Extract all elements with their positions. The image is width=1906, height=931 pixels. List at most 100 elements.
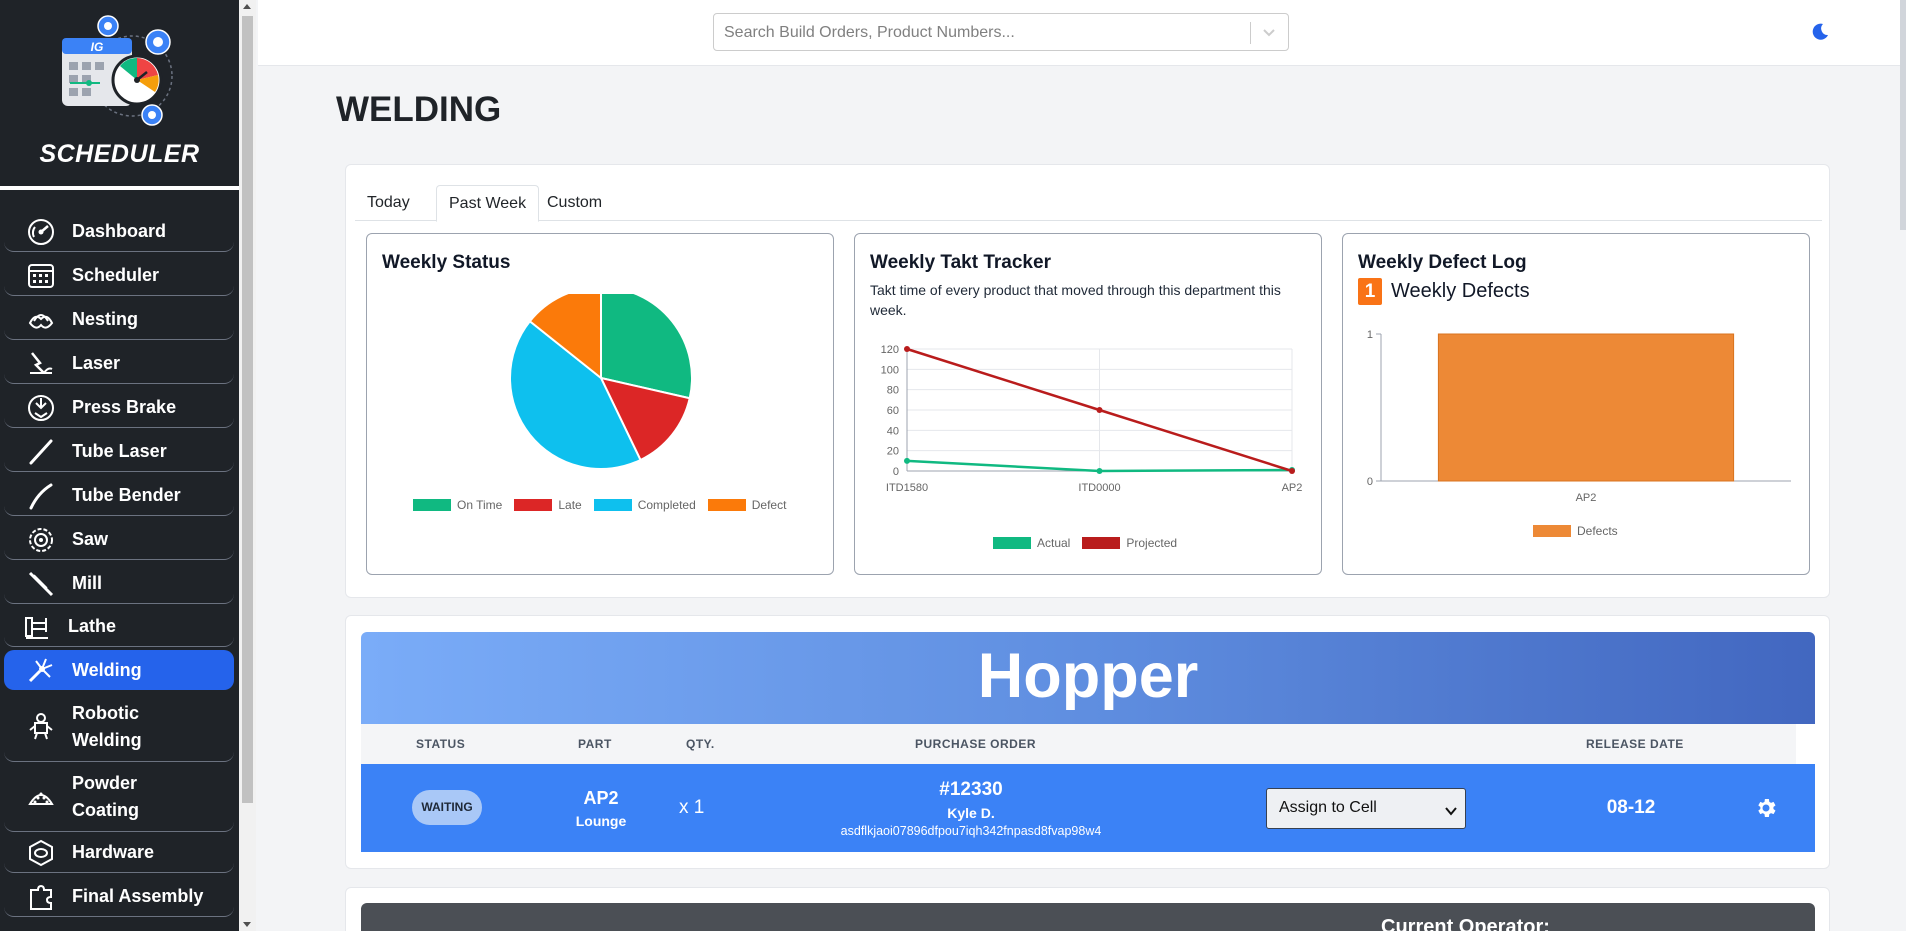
data-point-projected[interactable]: [1289, 468, 1295, 474]
sidebar-item-powder-coating[interactable]: Powder Coating: [4, 762, 234, 832]
purchase-order-customer: Kyle D.: [947, 805, 995, 821]
puzzle-icon: [24, 882, 58, 912]
sidebar-item-label: Saw: [72, 529, 109, 549]
sidebar-item-tube-laser[interactable]: Tube Laser: [4, 432, 234, 472]
hopper-title: Hopper: [977, 641, 1199, 711]
data-point-projected[interactable]: [1096, 407, 1103, 413]
panel-title: Weekly Defect Log: [1358, 252, 1527, 273]
defect-count-badge: 1: [1358, 278, 1382, 305]
legend-label: Defect: [751, 498, 787, 512]
legend-item-status-2[interactable]: Completed: [593, 498, 696, 512]
takt-legend: Actual Projected: [993, 536, 1189, 550]
tab-past-week[interactable]: Past Week: [436, 185, 540, 222]
page-scrollbar-thumb[interactable]: [1900, 0, 1906, 230]
hopper-table-header: STATUS PART QTY. PURCHASE ORDER RELEASE …: [361, 724, 1815, 764]
assign-to-cell-select[interactable]: Assign to Cell: [1266, 788, 1466, 829]
legend-swatch: [413, 499, 451, 511]
sidebar-item-dashboard[interactable]: Dashboard: [4, 212, 234, 252]
sidebar-item-laser[interactable]: Laser: [4, 344, 234, 384]
column-part: PART: [578, 737, 612, 751]
search-input[interactable]: Search Build Orders, Product Numbers...: [713, 13, 1289, 51]
legend-swatch: [1082, 537, 1121, 549]
legend-label: Late: [558, 498, 582, 512]
sidebar-item-hardware[interactable]: Hardware: [4, 833, 234, 873]
logo-text: SCHEDULER: [39, 140, 200, 168]
legend-item-defect-0[interactable]: Defects: [1533, 524, 1618, 538]
y-tick-label: 1: [1367, 329, 1373, 341]
release-date: 08-12: [1606, 797, 1656, 818]
defect-bar-chart: 0 1 AP2: [1367, 329, 1791, 504]
part-name: AP2: [583, 788, 619, 808]
scrollbar-thumb[interactable]: [242, 16, 253, 803]
sidebar-scrollbar[interactable]: [239, 0, 256, 931]
assign-select-value: Assign to Cell: [1279, 799, 1377, 816]
takt-line-chart: 0 20 40 60 80 100 120 ITD1580 ITD0000 AP2: [881, 344, 1303, 494]
sidebar-item-welding[interactable]: Welding: [4, 650, 234, 690]
weekly-status-panel: Weekly Status On Time Late Completed Defect: [366, 233, 834, 575]
nesting-icon: [24, 305, 58, 335]
legend-item-status-1[interactable]: Late: [514, 498, 582, 512]
sidebar-item-final-assembly[interactable]: Final Assembly: [4, 877, 234, 917]
sidebar-item-saw[interactable]: Saw: [4, 520, 234, 560]
logo[interactable]: IG SCHEDULER: [0, 0, 239, 190]
sidebar-item-press-brake[interactable]: Press Brake: [4, 388, 234, 428]
table-row[interactable]: WAITING AP2 Lounge x 1 #12330 Kyle D. as…: [361, 764, 1815, 852]
tab-custom[interactable]: Custom: [535, 185, 614, 222]
sidebar-item-nesting[interactable]: Nesting: [4, 300, 234, 340]
sidebar-item-label: Mill: [72, 573, 102, 593]
legend-item-status-3[interactable]: Defect: [707, 498, 787, 512]
top-header: Search Build Orders, Product Numbers...: [258, 0, 1906, 66]
hardware-icon: [24, 838, 58, 868]
scroll-up-icon[interactable]: [243, 4, 251, 9]
purchase-order-code: asdflkjaoi07896dfpou7iqh342fnpasd8fvap98…: [840, 824, 1102, 838]
bar-ap2[interactable]: [1437, 333, 1735, 482]
tube-laser-icon: [24, 437, 58, 467]
press-brake-icon: [24, 393, 58, 423]
sidebar-item-label: Lathe: [68, 616, 117, 636]
defect-count: 1 Weekly Defects: [1358, 278, 1530, 305]
legend-swatch: [514, 499, 553, 511]
data-point-actual[interactable]: [1096, 468, 1103, 474]
column-qty: QTY.: [686, 737, 715, 751]
chevron-down-icon[interactable]: [1262, 25, 1276, 44]
legend-item-status-0[interactable]: On Time: [413, 498, 502, 512]
legend-item-takt-1[interactable]: Projected: [1082, 536, 1177, 550]
stats-card: Today Past Week Custom Weekly Status On …: [345, 164, 1830, 598]
y-tick-label: 0: [893, 466, 899, 478]
data-point-actual[interactable]: [904, 457, 910, 464]
legend-label: Defects: [1577, 524, 1618, 538]
part-subtitle: Lounge: [575, 813, 627, 829]
operator-card: Current Operator:: [345, 887, 1830, 931]
status-pie-chart: [509, 294, 693, 470]
saw-blade-icon: [24, 525, 58, 555]
sidebar-item-label: Welding: [72, 659, 142, 680]
sidebar-item-lathe[interactable]: Lathe: [4, 607, 234, 647]
data-point-projected[interactable]: [904, 346, 910, 352]
sidebar-item-mill[interactable]: Mill: [4, 564, 234, 604]
tab-today[interactable]: Today: [355, 185, 422, 222]
quantity: x 1: [679, 797, 705, 818]
y-tick-label: 120: [881, 344, 899, 356]
robot-icon: [24, 712, 58, 742]
page-title: WELDING: [336, 90, 502, 129]
current-operator-label: Current Operator:: [1381, 916, 1550, 931]
gear-icon[interactable]: [1754, 796, 1778, 825]
page-scrollbar[interactable]: [1900, 0, 1906, 931]
x-tick-label: AP2: [1576, 492, 1597, 504]
moon-icon[interactable]: [1810, 22, 1830, 47]
legend-swatch: [593, 499, 632, 511]
column-release-date: RELEASE DATE: [1586, 737, 1684, 751]
sidebar-item-label: Tube Laser: [72, 441, 167, 461]
sidebar-item-label: Hardware: [72, 842, 155, 862]
status-badge: WAITING: [412, 790, 482, 825]
legend-item-takt-0[interactable]: Actual: [993, 536, 1070, 550]
y-tick-label: 80: [887, 385, 899, 397]
legend-swatch: [1533, 525, 1571, 537]
sidebar-item-robotic-welding[interactable]: Robotic Welding: [4, 692, 234, 762]
sidebar-item-scheduler[interactable]: Scheduler: [4, 256, 234, 296]
legend-label: On Time: [457, 498, 503, 512]
x-tick-label: AP2: [1282, 482, 1303, 494]
column-status: STATUS: [416, 737, 466, 751]
scroll-down-icon[interactable]: [243, 922, 251, 927]
sidebar-item-tube-bender[interactable]: Tube Bender: [4, 476, 234, 516]
